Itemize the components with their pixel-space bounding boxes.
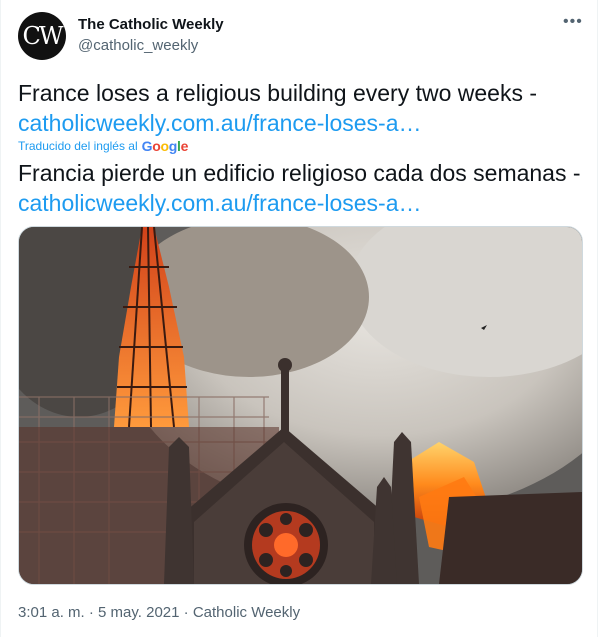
tweet-time[interactable]: 3:01 a. m. <box>18 604 85 621</box>
more-options-icon[interactable]: ••• <box>563 12 583 32</box>
tweet-card: CW The Catholic Weekly @catholic_weekly … <box>0 0 598 637</box>
google-logo: Google <box>141 138 189 154</box>
tweet-link-en[interactable]: catholicweekly.com.au/france-loses-a… <box>18 110 422 136</box>
tweet-text-translated: Francia pierde un edificio religioso cad… <box>18 158 583 218</box>
translated-by-label: Traducido del inglés al <box>18 139 138 153</box>
google-logo-letter: G <box>141 138 153 154</box>
meta-separator: · <box>183 604 189 621</box>
tweet-date[interactable]: 5 may. 2021 <box>98 604 179 621</box>
tweet-metadata: 3:01 a. m. · 5 may. 2021 · Catholic Week… <box>18 604 300 621</box>
meta-separator: · <box>88 604 94 621</box>
google-logo-letter: e <box>180 138 189 154</box>
cathedral-fire-image <box>19 227 582 584</box>
author-name[interactable]: The Catholic Weekly <box>78 16 224 33</box>
tweet-text-original: France loses a religious building every … <box>18 78 583 138</box>
translation-attribution: Traducido del inglés al Google <box>18 136 188 156</box>
tweet-link-es[interactable]: catholicweekly.com.au/france-loses-a… <box>18 190 422 216</box>
tweet-source[interactable]: Catholic Weekly <box>193 604 300 621</box>
author-handle[interactable]: @catholic_weekly <box>78 37 198 54</box>
google-logo-letter: g <box>168 138 178 154</box>
google-logo-letter: o <box>160 138 169 154</box>
avatar[interactable]: CW <box>18 12 66 60</box>
avatar-text: CW <box>22 22 63 50</box>
tweet-text-en: France loses a religious building every … <box>18 80 538 106</box>
tweet-photo[interactable] <box>18 226 583 585</box>
tweet-text-es: Francia pierde un edificio religioso cad… <box>18 160 581 186</box>
